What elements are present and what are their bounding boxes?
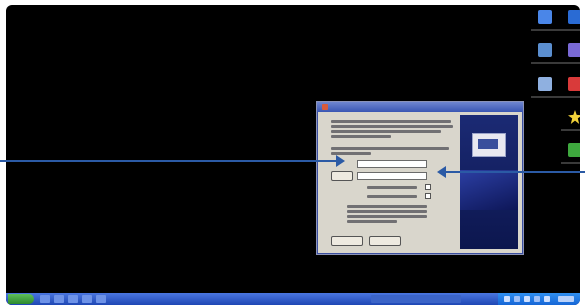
desktop-icon-label (561, 162, 580, 164)
star-icon[interactable] (555, 110, 580, 140)
application-icon[interactable] (555, 77, 580, 107)
callout-arrow-head (437, 166, 446, 178)
link-text (347, 215, 427, 218)
tray-icon[interactable] (514, 296, 520, 302)
callout-arrow-line (445, 171, 585, 173)
screen-photo (0, 0, 585, 308)
laptop-icon (472, 133, 506, 157)
instruction-text (331, 147, 449, 150)
quick-launch-icon[interactable] (82, 295, 92, 303)
application-icon (568, 77, 580, 91)
desktop-icon-label (561, 129, 580, 131)
description-text (331, 135, 391, 138)
next-button[interactable] (369, 236, 401, 246)
description-text (331, 130, 441, 133)
link-text (347, 205, 427, 208)
system-tray (498, 293, 580, 305)
tray-icon[interactable] (504, 296, 510, 302)
link-text (347, 210, 427, 213)
network-places-icon (538, 43, 552, 57)
desktop (6, 5, 580, 305)
taskbar-window-button[interactable] (371, 295, 461, 303)
link-text (347, 220, 397, 223)
quick-launch-icon[interactable] (40, 295, 50, 303)
description-text (331, 125, 453, 128)
setup-dialog (316, 101, 524, 255)
desktop-icon-label (561, 62, 580, 64)
option-checkbox[interactable] (425, 193, 431, 199)
quick-launch-icon[interactable] (54, 295, 64, 303)
network-icon (568, 10, 580, 24)
tray-icon[interactable] (524, 296, 530, 302)
green-app-icon[interactable] (555, 143, 580, 173)
taskbar (6, 293, 580, 305)
clock[interactable] (558, 296, 574, 302)
user-icon[interactable] (555, 43, 580, 73)
option-checkbox[interactable] (425, 184, 431, 190)
banner-graphic (460, 170, 518, 210)
quick-launch-icon[interactable] (96, 295, 106, 303)
start-button[interactable] (8, 294, 34, 304)
tray-icon[interactable] (534, 296, 540, 302)
recycle-bin-icon (538, 77, 552, 91)
my-computer-icon (538, 10, 552, 24)
description-text (331, 120, 451, 123)
callout-arrow-line (0, 160, 338, 162)
desktop-icon-label (561, 29, 580, 31)
network-icon[interactable] (555, 10, 580, 40)
back-button[interactable] (331, 236, 363, 246)
green-app-icon (568, 143, 580, 157)
quick-launch-icon[interactable] (68, 295, 78, 303)
star-icon (568, 110, 580, 124)
dialog-side-banner (460, 115, 518, 249)
name-input[interactable] (357, 172, 427, 180)
user-icon (568, 43, 580, 57)
option-label (367, 186, 417, 189)
option-label (367, 195, 417, 198)
browse-button[interactable] (331, 171, 353, 181)
tray-icon[interactable] (544, 296, 550, 302)
serial-input[interactable] (357, 160, 427, 168)
app-icon (322, 104, 328, 110)
desktop-icon-label (561, 96, 580, 98)
dialog-titlebar[interactable] (317, 102, 523, 112)
callout-arrow-head (336, 155, 345, 167)
